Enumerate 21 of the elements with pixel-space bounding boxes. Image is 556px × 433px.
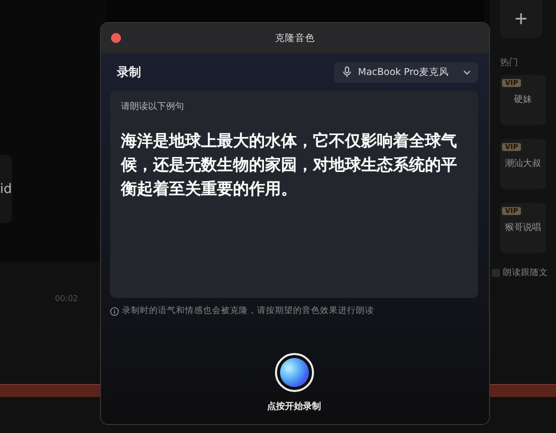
section-label: 热门 xyxy=(500,56,519,69)
info-icon xyxy=(110,306,119,316)
window-title: 克隆音色 xyxy=(275,32,315,44)
microphone-icon xyxy=(342,66,352,78)
hint-text: 录制时的语气和情感也会被克隆，请按期望的音色效果进行朗读 xyxy=(122,305,374,317)
checkbox[interactable] xyxy=(492,269,500,277)
prompt-label: 请朗读以下例句 xyxy=(121,100,185,113)
microphone-select[interactable]: MacBook Pro麦克风 xyxy=(334,62,478,82)
chevron-down-icon xyxy=(463,70,471,74)
voice-name: 硬妹 xyxy=(514,94,532,106)
sample-sentence: 海洋是地球上最大的水体，它不仅影响着全球气候，还是无数生物的家园，对地球生态系统的平衡起着至关重要的作用。 xyxy=(121,130,458,200)
record-button[interactable] xyxy=(274,353,314,392)
follow-text-label: 朗读跟随文 xyxy=(503,267,548,279)
add-button[interactable]: + xyxy=(500,0,542,38)
media-label: id xyxy=(0,182,12,196)
voice-name: 潮汕大叔 xyxy=(505,158,541,170)
section-title: 录制 xyxy=(117,64,141,80)
close-button[interactable] xyxy=(111,33,121,43)
voice-name: 猴哥说唱 xyxy=(505,222,541,234)
record-label: 点按开始录制 xyxy=(267,400,321,413)
timecode: 00:02 xyxy=(55,294,78,303)
